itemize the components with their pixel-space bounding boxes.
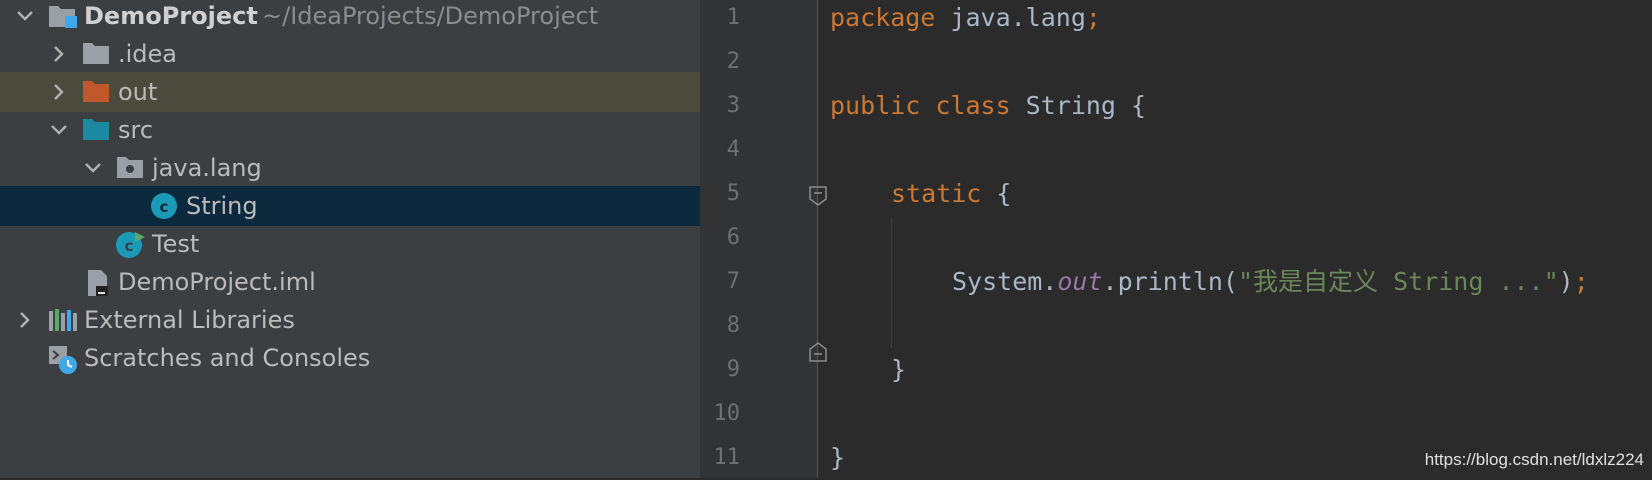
keyword: static (891, 179, 982, 208)
java-main-class-icon: c (116, 231, 145, 258)
line-number: 1 (726, 5, 740, 30)
brace: } (830, 443, 846, 472)
project-name: DemoProject (84, 2, 258, 30)
line-number: 7 (726, 269, 740, 294)
code-line-11: } (830, 436, 845, 480)
tree-row-test[interactable]: c Test (0, 224, 700, 264)
chevron-down-icon[interactable] (12, 0, 38, 36)
module-folder-icon (48, 3, 77, 29)
code-line-9: } (891, 348, 906, 392)
tree-item-label: Test (152, 230, 200, 258)
code-line-3: public class String { (830, 84, 1146, 128)
chevron-down-icon[interactable] (46, 110, 72, 150)
tree-item-label: .idea (118, 40, 178, 68)
tree-row-src[interactable]: src (0, 110, 700, 150)
keyword: package (830, 3, 936, 32)
line-number: 9 (726, 357, 740, 382)
keyword: public (830, 91, 921, 120)
line-number: 8 (726, 313, 740, 338)
project-tree-panel: DemoProject ~/IdeaProjects/DemoProject .… (0, 0, 700, 478)
chevron-right-icon[interactable] (46, 34, 72, 74)
source-folder-icon (82, 117, 110, 143)
static-field: out (1057, 267, 1103, 296)
tree-row-out[interactable]: out (0, 72, 700, 112)
line-number: 5 (726, 181, 740, 206)
chevron-right-icon[interactable] (12, 300, 38, 340)
tree-item-label: out (118, 78, 158, 106)
chevron-down-icon[interactable] (80, 148, 106, 188)
tree-item-label: src (118, 116, 154, 144)
class-declaration: String { (1010, 91, 1147, 120)
tree-row-external-libraries[interactable]: External Libraries (0, 300, 700, 340)
package-icon (116, 155, 144, 181)
tree-row-scratches[interactable]: Scratches and Consoles (0, 338, 700, 378)
tree-row-root[interactable]: DemoProject ~/IdeaProjects/DemoProject (0, 0, 700, 36)
line-number: 6 (726, 225, 740, 250)
string-literal: "我是自定义 String ..." (1237, 267, 1559, 296)
brace: } (891, 355, 907, 384)
folder-icon (82, 41, 110, 67)
code-line-1: package java.lang; (830, 0, 1101, 40)
line-number: 4 (726, 137, 740, 162)
svg-text:c: c (125, 237, 134, 255)
brace: { (981, 179, 1012, 208)
chevron-right-icon[interactable] (46, 72, 72, 112)
tree-row-string[interactable]: c String (0, 186, 700, 226)
watermark: https://blog.csdn.net/ldxlz224 (1424, 450, 1644, 469)
semicolon: ; (1573, 267, 1589, 296)
code-line-7: System.out.println("我是自定义 String ..."); (952, 260, 1589, 304)
excluded-folder-icon (82, 79, 110, 105)
gutter-divider (817, 0, 818, 478)
module-file-icon (84, 269, 112, 296)
tree-item-label: External Libraries (84, 306, 295, 334)
method-call: .println( (1102, 267, 1238, 296)
code-editor[interactable]: package java.lang; public class String {… (820, 0, 1652, 478)
project-path: ~/IdeaProjects/DemoProject (262, 2, 599, 30)
semicolon: ; (1085, 3, 1101, 32)
paren: ) (1558, 267, 1574, 296)
tree-row-idea[interactable]: .idea (0, 34, 700, 74)
tree-item-label: String (186, 192, 258, 220)
line-number: 10 (713, 401, 741, 426)
line-number: 2 (726, 49, 740, 74)
identifier: System. (952, 267, 1058, 296)
libraries-icon (48, 307, 77, 333)
scratches-icon (48, 345, 77, 374)
tree-item-label: DemoProject.iml (118, 268, 316, 296)
line-number: 11 (713, 445, 741, 470)
java-class-icon: c (150, 193, 178, 219)
tree-row-iml[interactable]: DemoProject.iml (0, 262, 700, 302)
code-line-5: static { (891, 172, 1011, 216)
tree-item-label: Scratches and Consoles (84, 344, 371, 372)
package-name: java.lang (935, 3, 1086, 32)
line-number: 3 (726, 93, 740, 118)
indent-guide (891, 218, 892, 348)
svg-text:c: c (160, 198, 169, 216)
tree-row-java-lang[interactable]: java.lang (0, 148, 700, 188)
keyword: class (920, 91, 1011, 120)
tree-item-label: java.lang (152, 154, 262, 182)
